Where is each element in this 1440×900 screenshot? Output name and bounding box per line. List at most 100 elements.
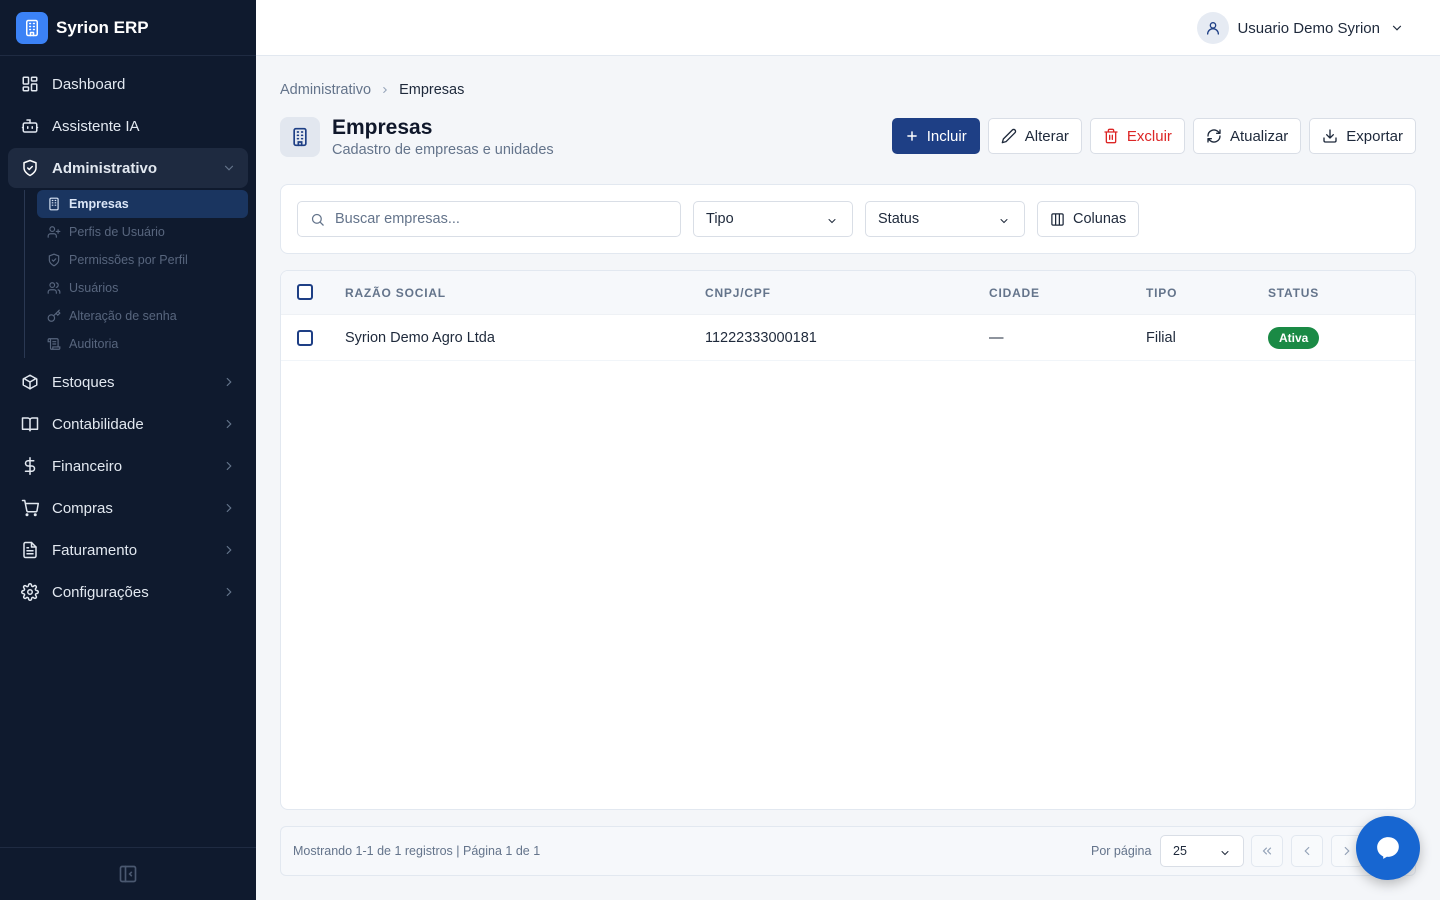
sidebar-item-estoques[interactable]: Estoques [8,362,248,402]
column-header-cnpj-cpf[interactable]: CNPJ/CPF [705,286,771,300]
sidebar-item-faturamento[interactable]: Faturamento [8,530,248,570]
columns-button[interactable]: Colunas [1037,201,1140,237]
sidebar-item-dashboard[interactable]: Dashboard [8,64,248,104]
delete-button[interactable]: Excluir [1089,118,1185,154]
include-button[interactable]: Incluir [891,118,980,154]
previous-page-button[interactable] [1291,835,1323,867]
pagination-info: Mostrando 1-1 de 1 registros | Página 1 … [293,844,541,858]
sidebar-item-financeiro[interactable]: Financeiro [8,446,248,486]
file-icon [20,540,40,560]
sidebar-subitem-permissoes-por-perfil[interactable]: Permissões por Perfil [37,246,248,274]
chevron-right-icon [222,459,236,473]
sidebar-subitem-label: Alteração de senha [69,309,177,323]
filter-bar: Tipo Status Colunas [280,184,1416,254]
sidebar-subitem-perfis-de-usuario[interactable]: Perfis de Usuário [37,218,248,246]
refresh-button[interactable]: Atualizar [1192,118,1302,154]
sidebar-item-contabilidade[interactable]: Contabilidade [8,404,248,444]
collapse-sidebar-icon[interactable] [118,864,138,884]
chevron-right-icon [222,375,236,389]
column-header-tipo[interactable]: TIPO [1146,286,1177,300]
download-icon [1322,128,1338,144]
building-icon [47,197,61,211]
edit-button-label: Alterar [1024,127,1069,145]
column-header-status[interactable]: STATUS [1268,286,1319,300]
sidebar-item-label: Administrativo [52,159,158,177]
include-button-label: Incluir [926,127,967,145]
refresh-button-label: Atualizar [1229,127,1289,145]
select-all-checkbox[interactable] [297,284,313,300]
topbar: Usuario Demo Syrion [256,0,1440,56]
chevron-right-icon [222,417,236,431]
search-input[interactable] [335,211,655,227]
sidebar-subitem-label: Usuários [69,281,119,295]
brand[interactable]: Syrion ERP [0,0,256,56]
search-box[interactable] [297,201,681,237]
cell-cidade: — [989,330,1004,346]
sidebar-subitem-alteracao-de-senha[interactable]: Alteração de senha [37,302,248,330]
page-header: Empresas Cadastro de empresas e unidades [280,116,554,158]
type-select[interactable]: Tipo [693,201,853,237]
sidebar-item-compras[interactable]: Compras [8,488,248,528]
export-button[interactable]: Exportar [1309,118,1416,154]
page-title: Empresas [332,116,433,139]
pencil-icon [1001,128,1017,144]
pagination-bar: Mostrando 1-1 de 1 registros | Página 1 … [280,826,1416,876]
chevron-left-icon [1300,844,1314,858]
chevrons-left-icon [1260,844,1274,858]
type-select-value: Tipo [706,211,734,227]
chevron-down-icon [826,215,838,227]
edit-button[interactable]: Alterar [987,118,1082,154]
breadcrumb-current: Empresas [399,82,465,98]
columns-button-label: Colunas [1073,211,1127,227]
row-checkbox[interactable] [297,330,313,346]
sidebar-item-label: Configurações [52,583,149,601]
sidebar-subitem-label: Permissões por Perfil [69,253,188,267]
first-page-button[interactable] [1251,835,1283,867]
sidebar-subitem-label: Auditoria [69,337,119,351]
column-header-razao-social[interactable]: RAZÃO SOCIAL [345,286,446,300]
cell-cnpj-cpf: 11222333000181 [705,330,817,346]
table-header: RAZÃO SOCIAL CNPJ/CPF CIDADE TIPO STATUS [281,271,1415,315]
page-subtitle: Cadastro de empresas e unidades [332,142,554,158]
sidebar-subitem-usuarios[interactable]: Usuários [37,274,248,302]
building-icon [16,11,48,44]
sidebar-subitem-label: Perfis de Usuário [69,225,165,239]
column-header-cidade[interactable]: CIDADE [989,286,1040,300]
per-page-select[interactable]: 25 [1160,835,1244,867]
cell-tipo: Filial [1146,330,1176,346]
chevron-right-icon [1340,844,1354,858]
status-select[interactable]: Status [865,201,1025,237]
breadcrumb-parent[interactable]: Administrativo [280,82,371,98]
chat-fab-button[interactable] [1356,816,1420,880]
avatar [1197,12,1230,44]
sidebar-subitem-auditoria[interactable]: Auditoria [37,330,248,358]
user-menu[interactable]: Usuario Demo Syrion [1197,12,1404,44]
status-badge: Ativa [1268,327,1320,349]
key-icon [47,309,61,323]
main-nav: Dashboard Assistente IA Administrativo E… [0,56,256,612]
scroll-icon [47,337,61,351]
chevron-right-icon [222,543,236,557]
chat-bubble-icon [1375,835,1401,861]
gear-icon [20,582,40,602]
sidebar-item-administrativo[interactable]: Administrativo [8,148,248,188]
dollar-icon [20,456,40,476]
trash-icon [1103,128,1119,144]
chevron-down-icon [222,161,236,175]
export-button-label: Exportar [1346,127,1403,145]
sidebar-item-label: Faturamento [52,541,138,559]
users-icon [47,281,61,295]
sidebar-item-assistente-ia[interactable]: Assistente IA [8,106,248,146]
shield-icon [20,158,40,178]
chevron-down-icon [1390,21,1404,35]
table-row[interactable]: Syrion Demo Agro Ltda 11222333000181 — F… [281,315,1415,361]
search-icon [310,212,325,227]
per-page-label: Por página [1091,844,1152,858]
plus-icon [905,129,919,143]
sidebar-item-configuracoes[interactable]: Configurações [8,572,248,612]
sidebar-item-label: Contabilidade [52,415,144,433]
sidebar-subitem-label: Empresas [69,197,129,211]
sidebar-item-label: Compras [52,499,113,517]
sidebar-subitem-empresas[interactable]: Empresas [37,190,248,218]
columns-icon [1050,212,1065,227]
